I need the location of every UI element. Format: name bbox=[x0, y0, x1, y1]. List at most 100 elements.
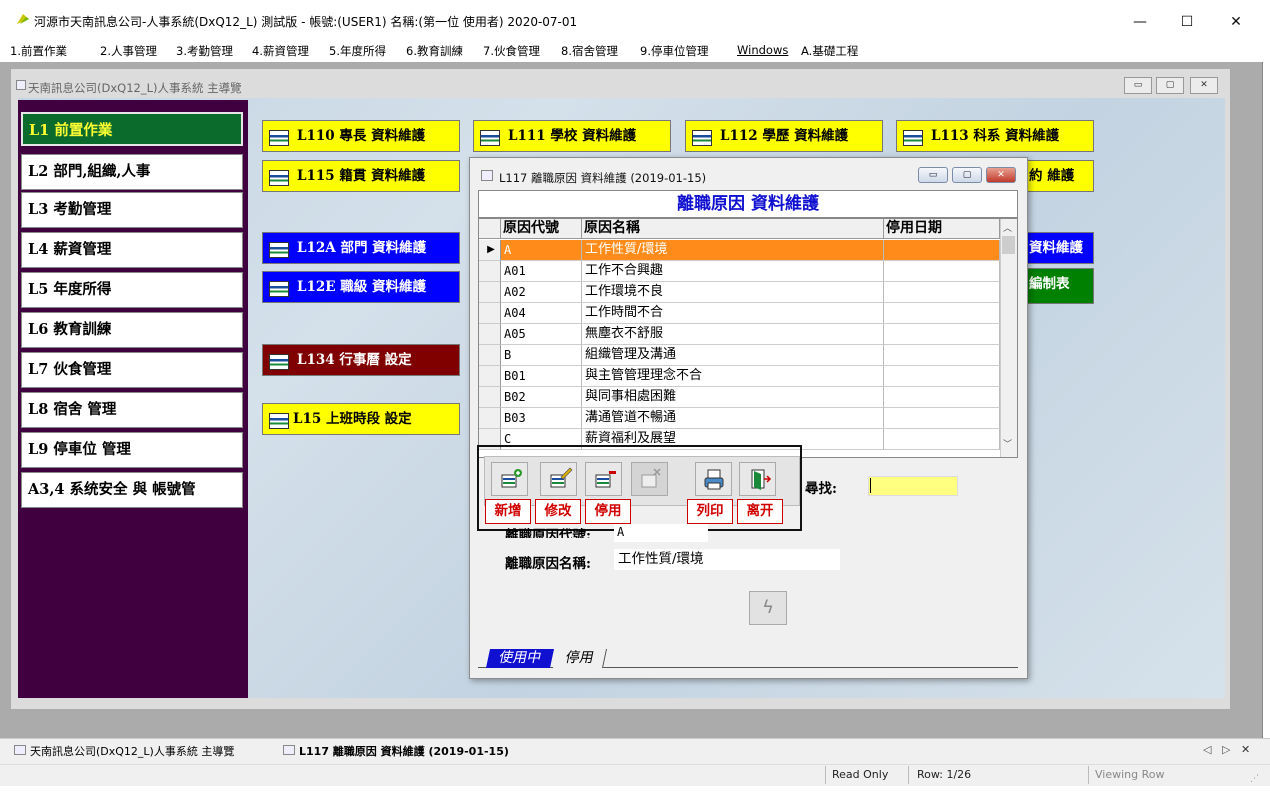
l112-button[interactable]: L112 學歷 資料維護 bbox=[685, 120, 883, 152]
menu-item-payroll[interactable]: 4.薪資管理 bbox=[252, 43, 309, 59]
row-code-cell[interactable]: B01 bbox=[501, 366, 582, 387]
menu-item-hr[interactable]: 2.人事管理 bbox=[100, 43, 157, 59]
menu-item-parking[interactable]: 9.停車位管理 bbox=[640, 43, 708, 59]
side-item-l7[interactable]: L7 伙食管理 bbox=[21, 352, 243, 388]
l116-button-partial[interactable]: 約 維護 bbox=[1024, 160, 1094, 192]
l12e-button[interactable]: L12E 職級 資料維護 bbox=[262, 271, 460, 303]
row-code-cell[interactable]: B bbox=[501, 345, 582, 366]
l12a-button[interactable]: L12A 部門 資料維護 bbox=[262, 232, 460, 264]
taskbar-close-icon[interactable]: ✕ bbox=[1241, 743, 1250, 756]
name-field[interactable]: 工作性質/環境 bbox=[614, 549, 840, 570]
menu-item-attendance[interactable]: 3.考勤管理 bbox=[176, 43, 233, 59]
child-close-button[interactable]: ✕ bbox=[1190, 77, 1218, 94]
code-field[interactable]: A bbox=[614, 524, 708, 542]
delete-record-icon[interactable] bbox=[631, 462, 668, 496]
lightning-icon[interactable]: ϟ bbox=[749, 591, 787, 625]
edit-record-icon[interactable] bbox=[540, 462, 577, 496]
exit-icon[interactable] bbox=[739, 462, 776, 496]
print-button-label[interactable]: 列印 bbox=[687, 499, 733, 524]
menu-item-training[interactable]: 6.教育訓練 bbox=[406, 43, 463, 59]
close-button[interactable]: ✕ bbox=[1213, 8, 1259, 36]
menu-item-meals[interactable]: 7.伙食管理 bbox=[483, 43, 540, 59]
row-date-cell[interactable] bbox=[884, 261, 1000, 282]
row-name-cell[interactable]: 工作環境不良 bbox=[582, 282, 884, 303]
scroll-down-arrow-icon[interactable]: ﹀ bbox=[1003, 437, 1012, 450]
col-header-code[interactable]: 原因代號 bbox=[501, 219, 582, 239]
col-header-name[interactable]: 原因名稱 bbox=[582, 219, 884, 239]
row-date-cell[interactable] bbox=[884, 387, 1000, 408]
side-item-l8[interactable]: L8 宿舍 管理 bbox=[21, 392, 243, 428]
blue-button-partial[interactable]: 資料維護 bbox=[1024, 232, 1094, 264]
row-date-cell[interactable] bbox=[884, 429, 1000, 450]
row-code-cell[interactable]: B02 bbox=[501, 387, 582, 408]
l111-button[interactable]: L111 學校 資料維護 bbox=[473, 120, 671, 152]
row-indicator[interactable] bbox=[479, 282, 501, 303]
side-item-l3[interactable]: L3 考勤管理 bbox=[21, 192, 243, 228]
disable-record-icon[interactable] bbox=[585, 462, 622, 496]
row-name-cell[interactable]: 工作時間不合 bbox=[582, 303, 884, 324]
tab-active[interactable]: 使用中 bbox=[485, 649, 555, 668]
l115-button[interactable]: L115 籍貫 資料維護 bbox=[262, 160, 460, 192]
row-indicator[interactable] bbox=[479, 387, 501, 408]
row-date-cell[interactable] bbox=[884, 282, 1000, 303]
l134-button[interactable]: L134 行事曆 設定 bbox=[262, 344, 460, 376]
side-item-l5[interactable]: L5 年度所得 bbox=[21, 272, 243, 308]
dialog-restore-button[interactable]: ▢ bbox=[952, 167, 982, 183]
row-code-cell[interactable]: A04 bbox=[501, 303, 582, 324]
add-record-icon[interactable] bbox=[491, 462, 528, 496]
row-date-cell[interactable] bbox=[884, 303, 1000, 324]
scroll-up-arrow-icon[interactable]: ︿ bbox=[1003, 221, 1012, 234]
row-indicator[interactable] bbox=[479, 324, 501, 345]
row-date-cell[interactable] bbox=[884, 366, 1000, 387]
taskbar-next-icon[interactable]: ▷ bbox=[1222, 743, 1230, 756]
resize-grip-icon[interactable]: ⋰ bbox=[1250, 774, 1259, 784]
add-button-label[interactable]: 新增 bbox=[485, 499, 531, 524]
minimize-button[interactable]: — bbox=[1117, 8, 1163, 36]
l110-button[interactable]: L110 專長 資料維護 bbox=[262, 120, 460, 152]
search-input[interactable] bbox=[868, 476, 958, 496]
scrollbar-thumb[interactable] bbox=[1002, 236, 1015, 254]
row-date-cell[interactable] bbox=[884, 240, 1000, 261]
row-name-cell[interactable]: 與同事相處困難 bbox=[582, 387, 884, 408]
menu-item-base[interactable]: A.基礎工程 bbox=[801, 43, 858, 59]
row-name-cell[interactable]: 溝通管道不暢通 bbox=[582, 408, 884, 429]
tab-disabled[interactable]: 停用 bbox=[552, 649, 608, 668]
row-indicator[interactable] bbox=[479, 408, 501, 429]
row-code-cell[interactable]: A02 bbox=[501, 282, 582, 303]
row-code-cell[interactable]: A05 bbox=[501, 324, 582, 345]
print-icon[interactable] bbox=[695, 462, 732, 496]
taskbar-item-main[interactable]: 天南訊息公司(DxQ12_L)人事系統 主導覽 bbox=[30, 743, 234, 759]
green-button-partial[interactable]: 編制表 bbox=[1024, 268, 1094, 304]
disable-button-label[interactable]: 停用 bbox=[585, 499, 631, 524]
side-item-a34[interactable]: A3,4 系统安全 與 帳號管 bbox=[21, 472, 243, 508]
row-code-cell[interactable]: A bbox=[501, 240, 582, 261]
edit-button-label[interactable]: 修改 bbox=[535, 499, 581, 524]
exit-button-label[interactable]: 离开 bbox=[737, 499, 783, 524]
child-minimize-button[interactable]: ▭ bbox=[1124, 77, 1152, 94]
row-name-cell[interactable]: 組織管理及溝通 bbox=[582, 345, 884, 366]
row-date-cell[interactable] bbox=[884, 345, 1000, 366]
menu-item-windows[interactable]: Windows bbox=[737, 43, 788, 57]
side-item-l2[interactable]: L2 部門,組織,人事 bbox=[21, 154, 243, 190]
row-indicator[interactable] bbox=[479, 261, 501, 282]
dialog-close-button[interactable]: ✕ bbox=[986, 167, 1016, 183]
row-indicator[interactable] bbox=[479, 303, 501, 324]
col-header-date[interactable]: 停用日期 bbox=[884, 219, 1000, 239]
side-item-l9[interactable]: L9 停車位 管理 bbox=[21, 432, 243, 468]
row-indicator[interactable] bbox=[479, 345, 501, 366]
dialog-minimize-button[interactable]: ▭ bbox=[918, 167, 948, 183]
child-restore-button[interactable]: ▢ bbox=[1156, 77, 1184, 94]
row-name-cell[interactable]: 無塵衣不舒服 bbox=[582, 324, 884, 345]
l15-button[interactable]: L15 上班時段 設定 bbox=[262, 403, 460, 435]
menu-item-setup[interactable]: 1.前置作業 bbox=[10, 43, 67, 59]
row-code-cell[interactable]: B03 bbox=[501, 408, 582, 429]
menu-item-annual-income[interactable]: 5.年度所得 bbox=[329, 43, 386, 59]
side-item-l1[interactable]: L1 前置作業 bbox=[21, 112, 243, 146]
row-date-cell[interactable] bbox=[884, 324, 1000, 345]
row-date-cell[interactable] bbox=[884, 408, 1000, 429]
taskbar-prev-icon[interactable]: ◁ bbox=[1203, 743, 1211, 756]
l113-button[interactable]: L113 科系 資料維護 bbox=[896, 120, 1094, 152]
row-code-cell[interactable]: A01 bbox=[501, 261, 582, 282]
grid-scrollbar[interactable] bbox=[1000, 219, 1017, 457]
side-item-l6[interactable]: L6 教育訓練 bbox=[21, 312, 243, 348]
